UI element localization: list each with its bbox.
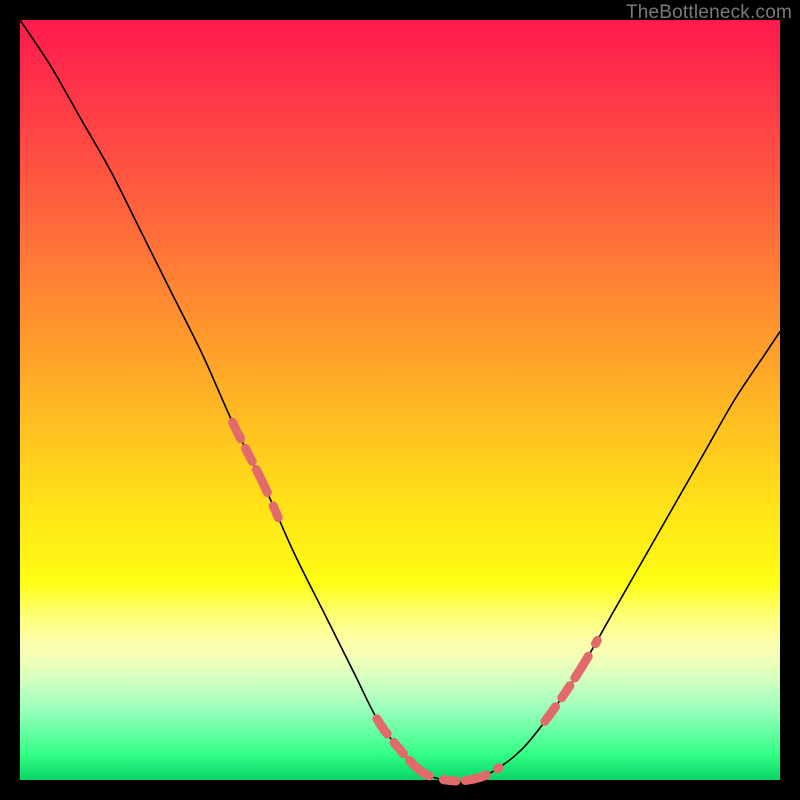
highlight-dash — [595, 640, 597, 643]
highlight-dash — [409, 760, 429, 776]
bottleneck-curve — [20, 20, 780, 781]
highlight-dash — [465, 775, 486, 781]
highlight-dash — [273, 506, 278, 518]
highlight-dash — [394, 742, 403, 753]
highlight-dash — [246, 448, 253, 461]
highlight-dash — [256, 469, 267, 492]
highlight-dash — [233, 422, 241, 438]
highlight-dash — [443, 780, 456, 781]
highlight-dash — [497, 768, 499, 769]
plot-area — [20, 20, 780, 780]
highlight-dashes — [233, 422, 598, 781]
chart-frame: TheBottleneck.com — [0, 0, 800, 800]
highlight-dash — [545, 707, 556, 722]
highlight-dash — [575, 656, 588, 678]
highlight-dash — [377, 719, 387, 734]
curve-svg — [20, 20, 780, 780]
highlight-dash — [562, 686, 570, 698]
